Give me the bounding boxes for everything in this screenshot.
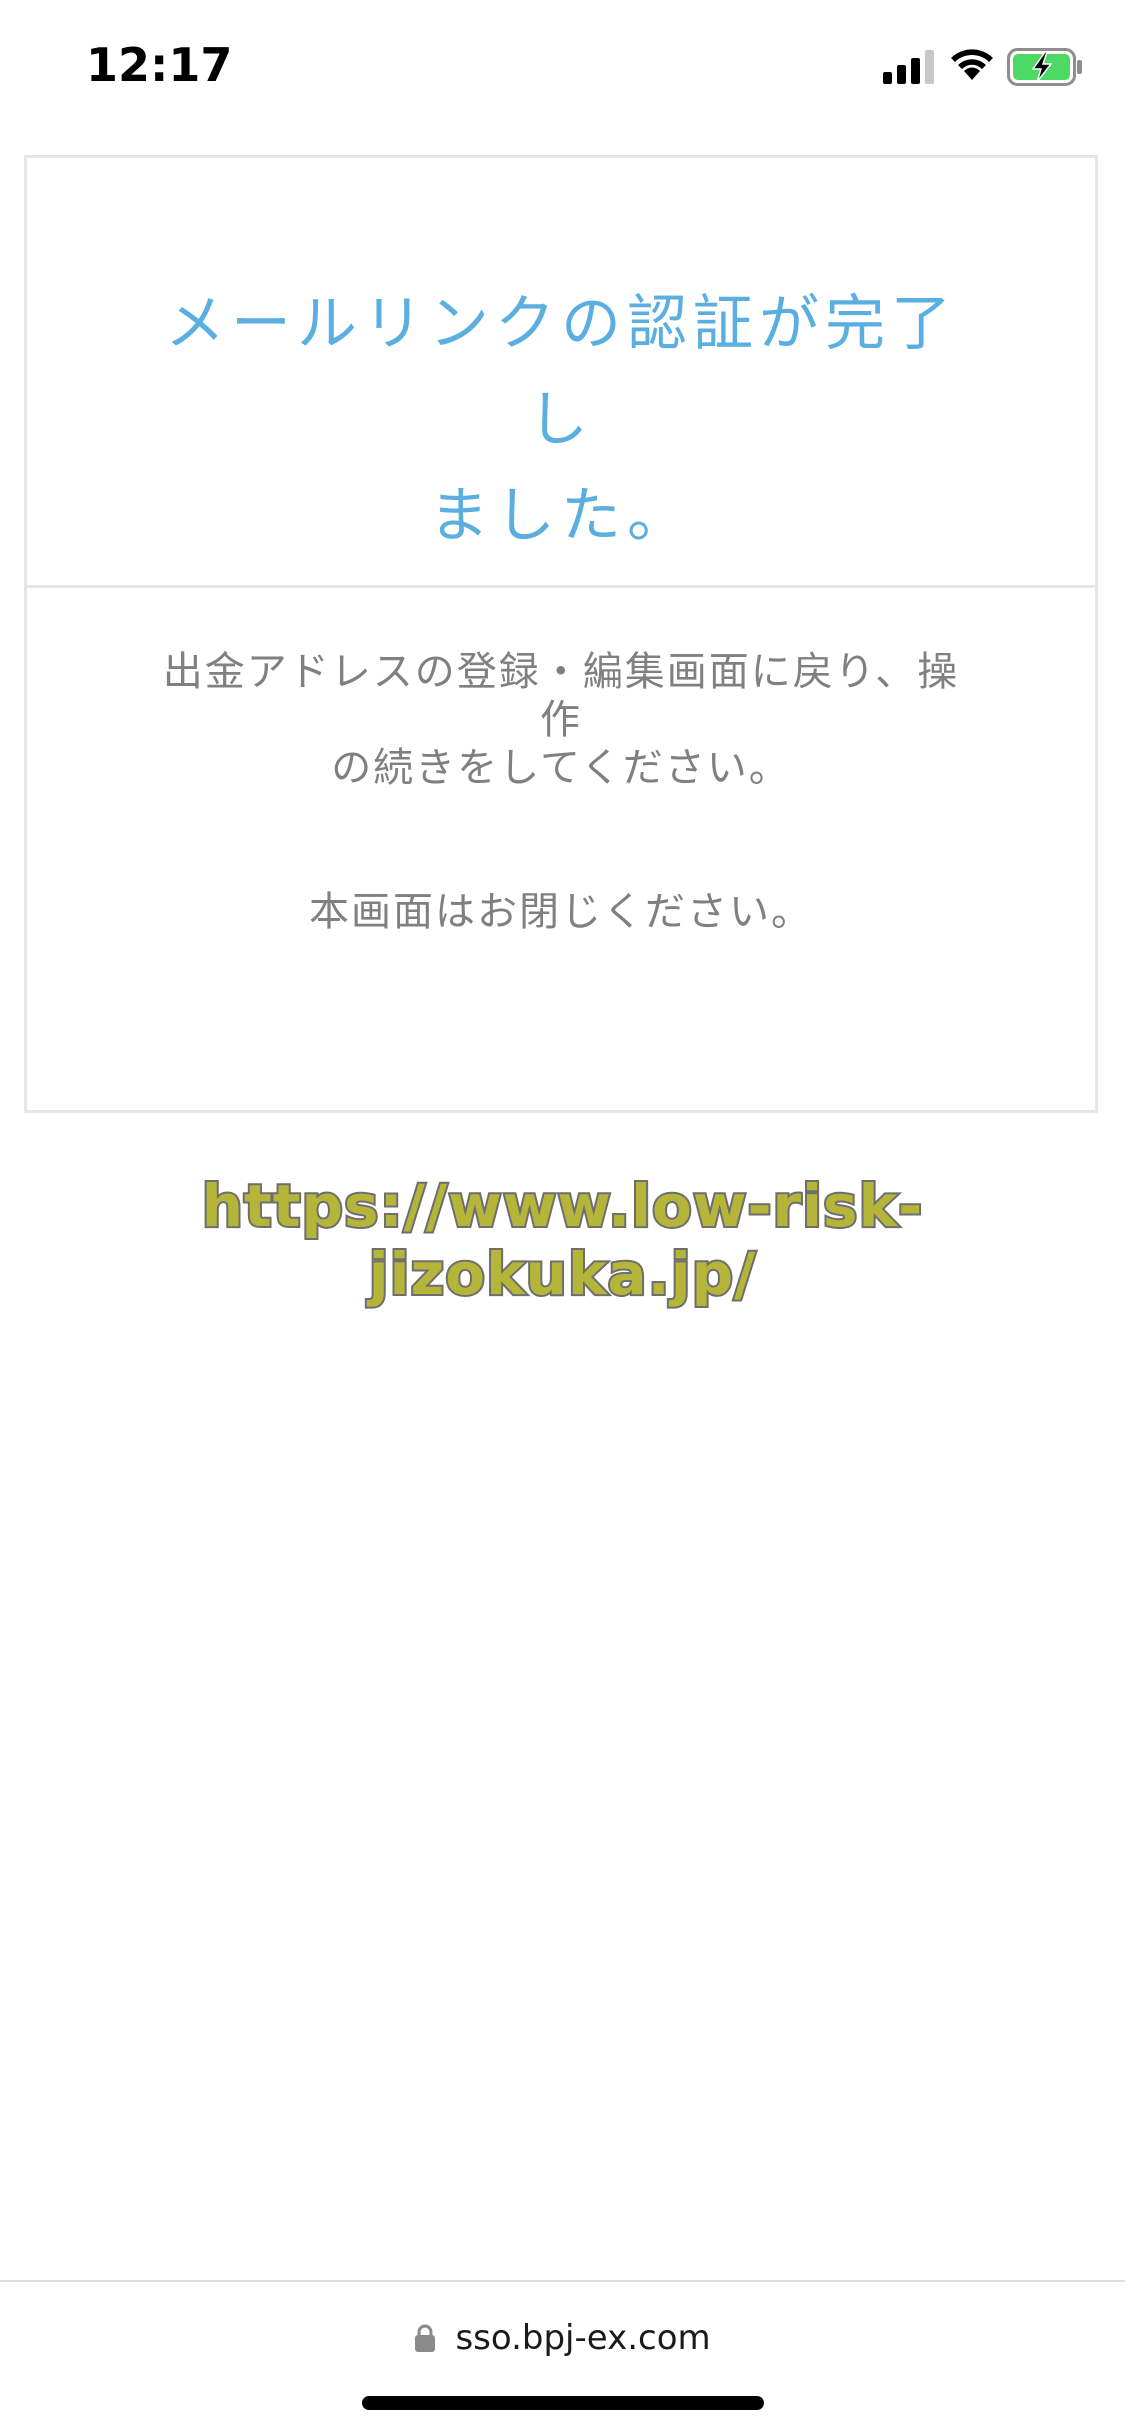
url-text[interactable]: sso.bpj-ex.com bbox=[455, 2318, 710, 2358]
instruction-text: 出金アドレスの登録・編集画面に戻り、操作 の続きをしてください。 bbox=[147, 648, 975, 792]
title-line-2: ました。 bbox=[429, 481, 693, 551]
lock-icon bbox=[415, 2324, 436, 2352]
status-time: 12:17 bbox=[86, 38, 233, 92]
message-card: メールリンクの認証が完了し ました。 出金アドレスの登録・編集画面に戻り、操作 … bbox=[24, 155, 1098, 1113]
wifi-icon bbox=[951, 49, 993, 80]
cellular-signal-icon bbox=[883, 50, 934, 84]
card-body: 出金アドレスの登録・編集画面に戻り、操作 の続きをしてください。 本画面はお閉じ… bbox=[27, 588, 1095, 1110]
url-display[interactable]: sso.bpj-ex.com bbox=[0, 2318, 1125, 2368]
title-line-1: メールリンクの認証が完了し bbox=[165, 289, 957, 455]
watermark-url: https://www.low-risk-jizokuka.jp/ bbox=[200, 1170, 924, 1310]
page-title: メールリンクの認証が完了し ました。 bbox=[137, 276, 985, 564]
instruction-line-1: 出金アドレスの登録・編集画面に戻り、操作 bbox=[162, 649, 960, 743]
home-indicator[interactable] bbox=[362, 2396, 764, 2410]
instruction-line-2: の続きをしてください。 bbox=[331, 745, 791, 791]
battery-charging-icon bbox=[1007, 48, 1082, 86]
browser-url-bar[interactable]: sso.bpj-ex.com bbox=[0, 2280, 1125, 2436]
status-bar: 12:17 bbox=[0, 0, 1125, 140]
close-notice-text: 本画面はお閉じください。 bbox=[309, 889, 813, 935]
card-header: メールリンクの認証が完了し ました。 bbox=[27, 158, 1095, 588]
